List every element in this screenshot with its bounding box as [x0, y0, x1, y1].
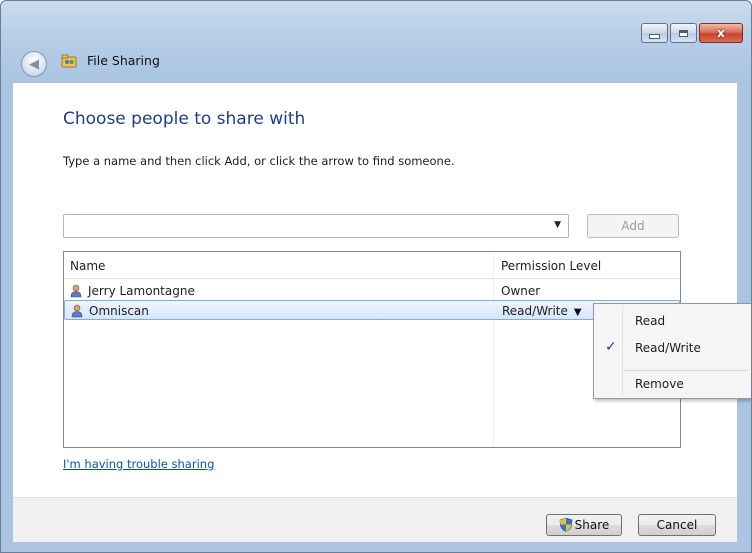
row-permission: Owner — [501, 284, 541, 298]
back-arrow-icon: ◀ — [29, 56, 39, 72]
dialog-footer: Share Cancel — [13, 497, 737, 542]
wizard-header: ◀ File Sharing — [1, 41, 751, 83]
close-icon: x — [717, 26, 725, 40]
content-area: Choose people to share with Type a name … — [13, 83, 737, 497]
menu-separator — [624, 370, 748, 371]
menu-item-read-write[interactable]: ✓ Read/Write — [596, 336, 751, 360]
add-button[interactable]: Add — [587, 214, 679, 238]
back-button[interactable]: ◀ — [21, 51, 47, 77]
file-sharing-icon — [61, 54, 77, 68]
list-header: Name Permission Level — [64, 252, 680, 279]
share-button-label: Share — [574, 518, 610, 532]
column-header-permission[interactable]: Permission Level — [501, 259, 601, 273]
trouble-sharing-link[interactable]: I'm having trouble sharing — [63, 457, 214, 471]
window-title: File Sharing — [87, 53, 160, 68]
instructions-text: Type a name and then click Add, or click… — [63, 154, 455, 168]
checkmark-icon: ✓ — [605, 339, 617, 355]
row-permission: Read/Write — [502, 304, 568, 318]
cancel-button[interactable]: Cancel — [638, 514, 716, 536]
column-header-name[interactable]: Name — [70, 259, 105, 273]
menu-item-label: Read — [635, 314, 666, 328]
page-heading: Choose people to share with — [63, 109, 306, 129]
list-row-selected[interactable]: Omniscan Read/Write ▼ — [64, 300, 680, 320]
share-button[interactable]: Share — [546, 514, 622, 536]
file-sharing-window: x ◀ File Sharing Choose people to share … — [0, 0, 752, 553]
minimize-button[interactable] — [641, 23, 668, 43]
sharing-list: Name Permission Level Jerry Lamontagne O… — [63, 251, 681, 448]
close-button[interactable]: x — [699, 23, 743, 43]
name-combobox[interactable]: ▼ — [63, 214, 569, 238]
permission-context-menu: Read ✓ Read/Write Remove — [593, 303, 751, 399]
dropdown-arrow-icon[interactable]: ▼ — [554, 220, 561, 230]
row-name: Omniscan — [89, 304, 149, 318]
menu-item-label: Read/Write — [635, 341, 701, 355]
permission-dropdown[interactable]: Read/Write ▼ — [502, 304, 582, 318]
user-icon — [71, 304, 83, 318]
maximize-icon — [679, 29, 688, 37]
dropdown-arrow-icon[interactable]: ▼ — [574, 307, 582, 318]
row-name: Jerry Lamontagne — [88, 284, 195, 298]
window-controls: x — [641, 23, 743, 43]
maximize-button[interactable] — [670, 23, 697, 43]
menu-item-label: Remove — [635, 377, 684, 391]
uac-shield-icon — [559, 517, 572, 532]
user-icon — [70, 284, 82, 298]
menu-item-remove[interactable]: Remove — [596, 372, 751, 396]
menu-item-read[interactable]: Read — [596, 309, 751, 333]
list-row[interactable]: Jerry Lamontagne Owner — [64, 281, 680, 301]
minimize-icon — [649, 33, 660, 39]
